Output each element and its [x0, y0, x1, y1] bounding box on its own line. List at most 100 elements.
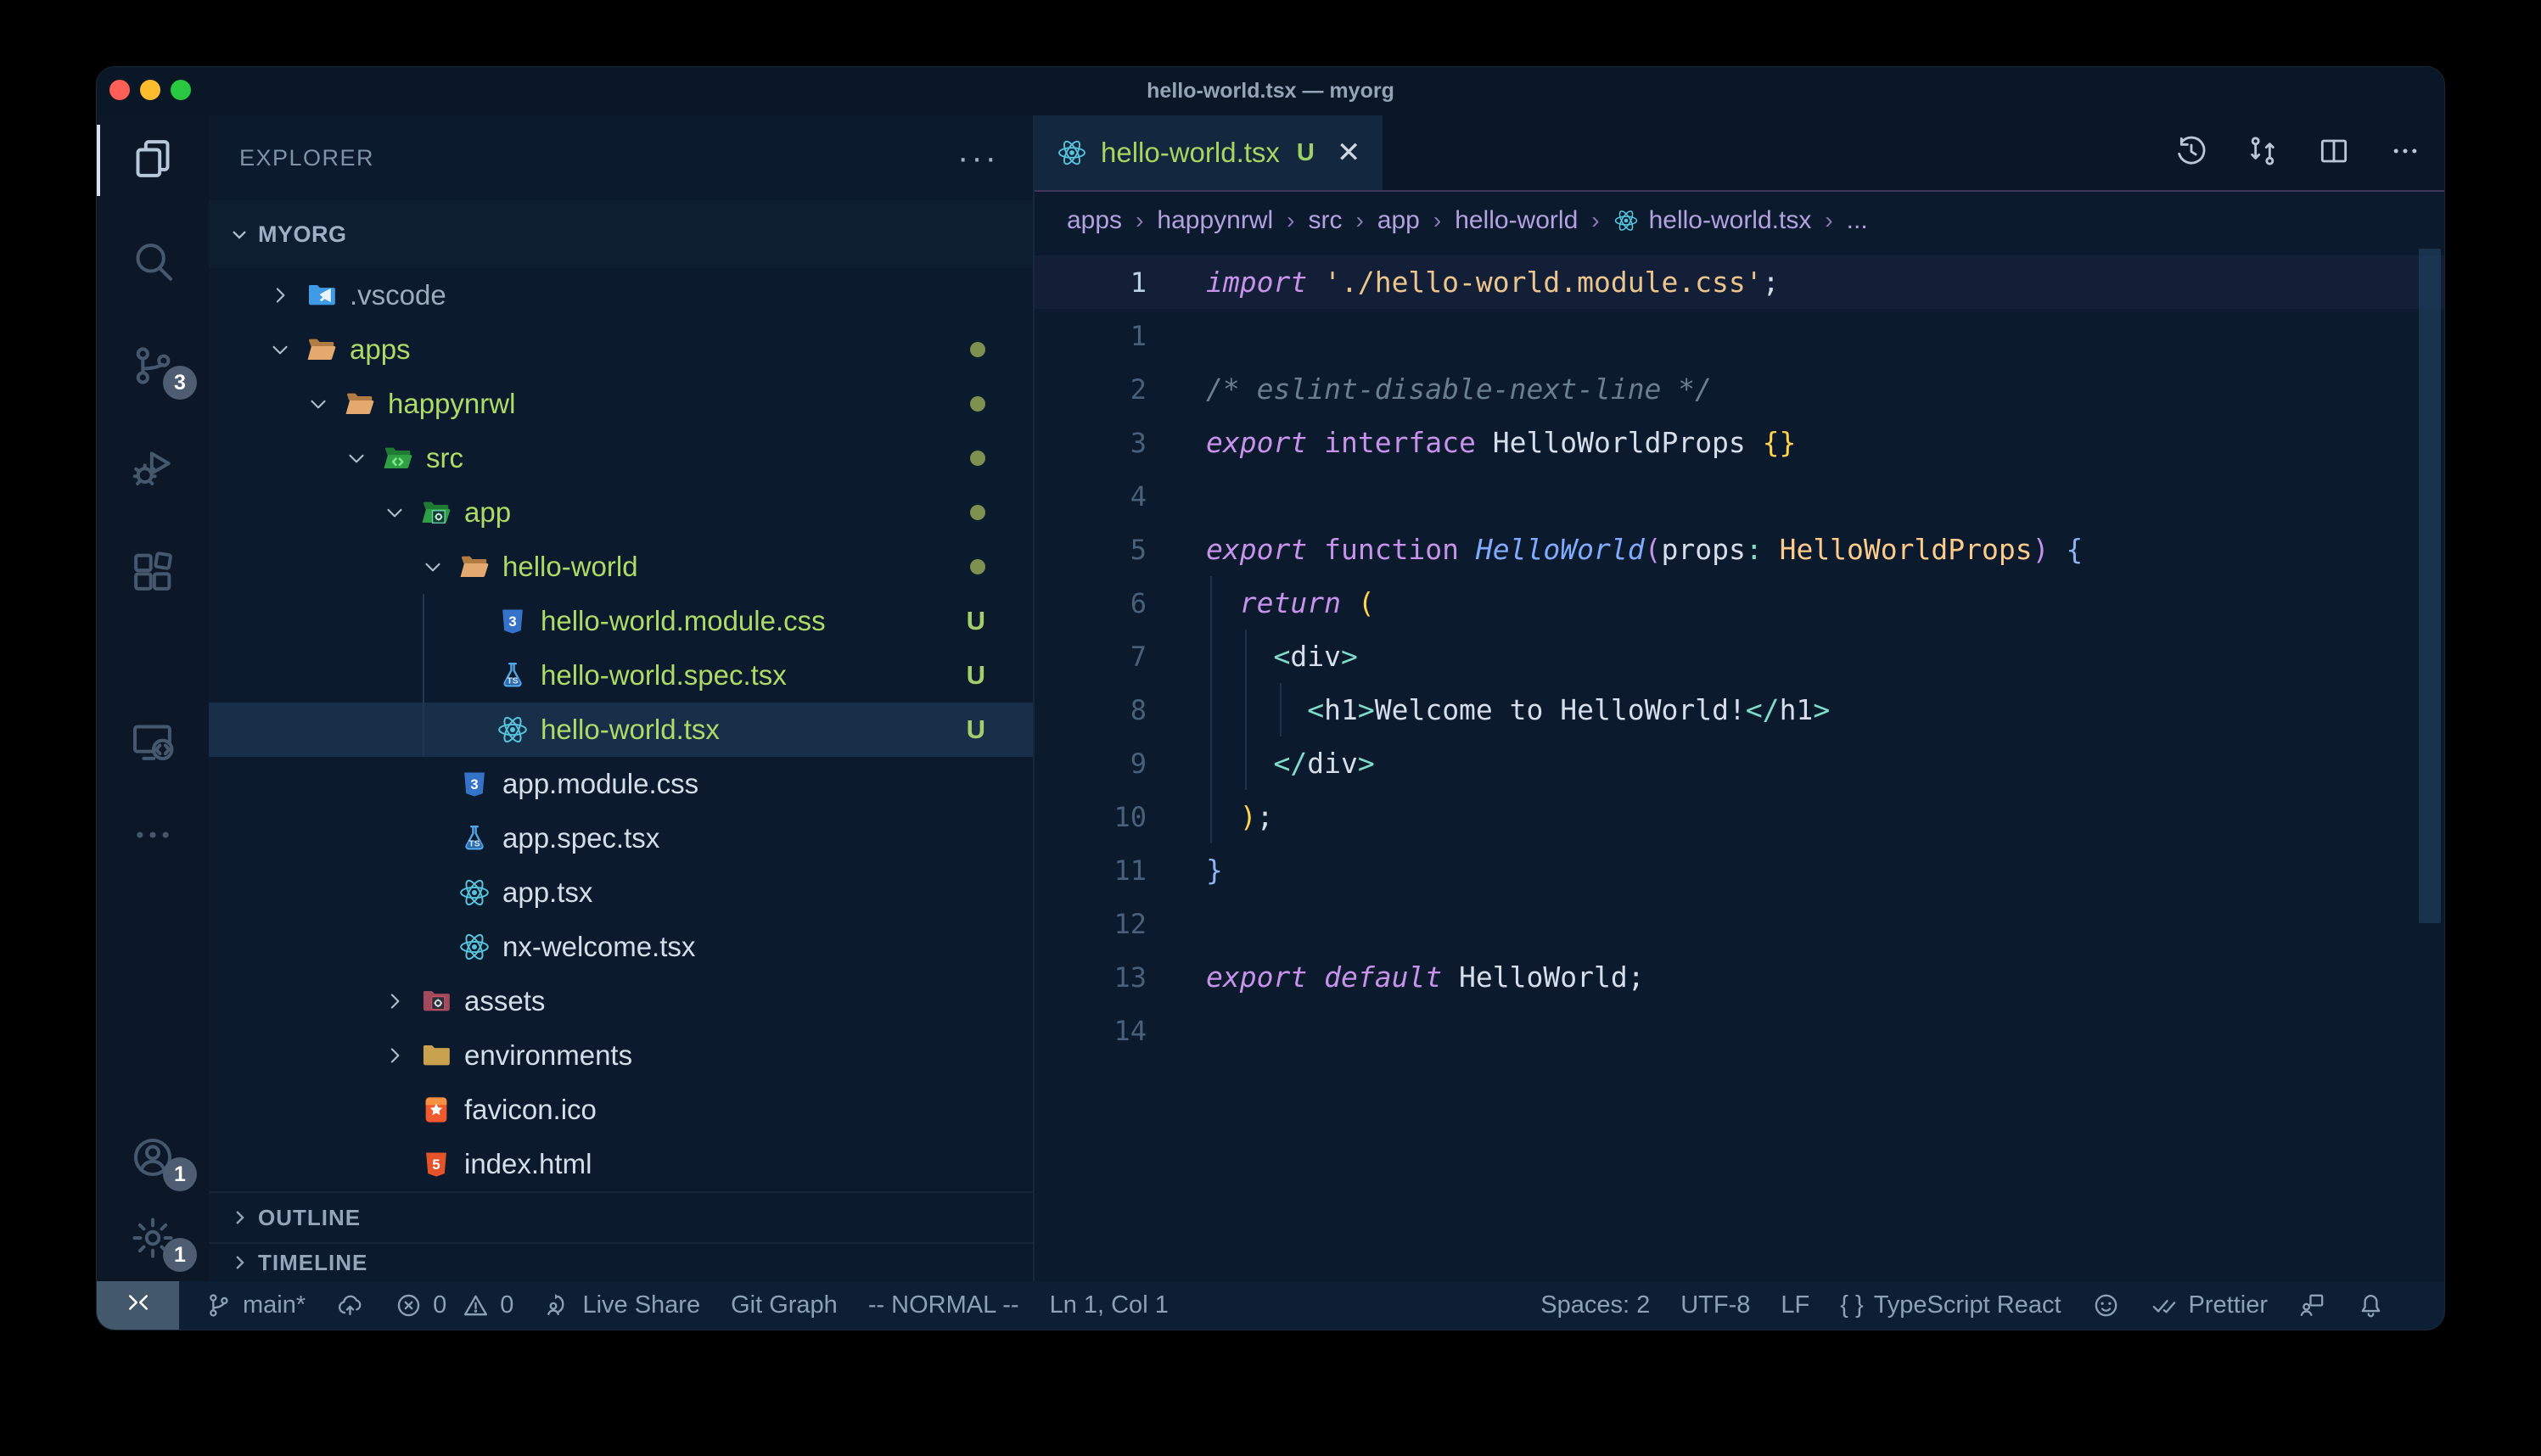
status-octoface[interactable] [2092, 1291, 2120, 1319]
status-0[interactable]: 0 [395, 1291, 446, 1319]
tree-item-index.html[interactable]: 5index.html [209, 1137, 1033, 1191]
history-icon[interactable] [2174, 134, 2208, 172]
breadcrumb-apps[interactable]: apps [1067, 206, 1122, 235]
cloud-upload-icon [336, 1291, 364, 1319]
tree-root-myorg[interactable]: MYORG [209, 200, 1033, 268]
activity-extensions[interactable] [97, 533, 209, 614]
chevron-down-icon [306, 391, 344, 417]
breadcrumb-...[interactable]: ... [1847, 206, 1868, 235]
status-spaces-2[interactable]: Spaces: 2 [1540, 1291, 1650, 1319]
line-number: 12 [1035, 908, 1147, 940]
tree-item-app[interactable]: app [209, 485, 1033, 540]
tree-item-environments[interactable]: environments [209, 1028, 1033, 1083]
indent-guide [1245, 630, 1247, 790]
line-number: 2 [1035, 373, 1147, 406]
tab-label: hello-world.tsx [1101, 137, 1280, 169]
chevron-right-icon [382, 1043, 420, 1068]
tree-item-hello-world.tsx[interactable]: hello-world.tsxU [209, 703, 1033, 757]
status-lf[interactable]: LF [1781, 1291, 1809, 1319]
tree-item-src[interactable]: src [209, 431, 1033, 485]
favicon-icon [420, 1094, 461, 1126]
tree-item-label: app.module.css [502, 768, 698, 800]
status-utf-8[interactable]: UTF-8 [1680, 1291, 1750, 1319]
file-tree: .vscodeappshappynrwlsrcapphello-world3he… [209, 268, 1033, 1191]
status-0[interactable]: 0 [462, 1291, 513, 1319]
activity-run-debug[interactable] [97, 429, 209, 511]
tree-item-hello-world[interactable]: hello-world [209, 540, 1033, 594]
timeline-section[interactable]: TIMELINE [209, 1242, 1033, 1281]
status-typescript-react[interactable]: { }TypeScript React [1840, 1291, 2061, 1319]
git-untracked-badge: U [967, 714, 985, 745]
status-main-[interactable]: main* [205, 1291, 306, 1319]
bell-icon [2357, 1291, 2385, 1319]
code-line: 1 [1035, 309, 2444, 362]
code-editor[interactable]: 1import './hello-world.module.css';12/* … [1035, 249, 2444, 1281]
line-number: 1 [1035, 320, 1147, 352]
tree-item-apps[interactable]: apps [209, 322, 1033, 377]
editor-scrollbar[interactable] [2419, 249, 2441, 923]
tree-item-nx-welcome.tsx[interactable]: nx-welcome.tsx [209, 920, 1033, 974]
split-editor-icon[interactable] [2317, 134, 2351, 172]
activity-remote-explorer[interactable] [97, 703, 209, 784]
files-icon [129, 135, 177, 187]
code-line: 11} [1035, 843, 2444, 897]
status-live-share[interactable]: Live Share [544, 1291, 700, 1319]
ellipsis-icon[interactable] [2388, 134, 2422, 172]
tree-item-.vscode[interactable]: .vscode [209, 268, 1033, 322]
breadcrumb-hello-world[interactable]: hello-world [1455, 206, 1578, 235]
activity-settings[interactable]: 1 [97, 1199, 209, 1280]
code-line: 6 return ( [1035, 576, 2444, 630]
tree-item-favicon.ico[interactable]: favicon.ico [209, 1083, 1033, 1137]
react-icon [496, 714, 537, 746]
git-modified-dot [970, 396, 985, 412]
remote-explorer-icon [129, 718, 177, 770]
status-ln-1-col-1[interactable]: Ln 1, Col 1 [1050, 1291, 1169, 1319]
tree-item-label: nx-welcome.tsx [502, 931, 695, 963]
editor-actions [2174, 115, 2422, 190]
chevron-down-icon [344, 445, 382, 471]
tree-item-app.module.css[interactable]: 3app.module.css [209, 757, 1033, 811]
status--normal-[interactable]: -- NORMAL -- [868, 1291, 1019, 1319]
tree-item-hello-world.spec.tsx[interactable]: TShello-world.spec.tsxU [209, 648, 1033, 703]
tab-hello-world-tsx[interactable]: hello-world.tsx U ✕ [1035, 115, 1383, 190]
breadcrumb-happynrwl[interactable]: happynrwl [1157, 206, 1273, 235]
tree-item-app.tsx[interactable]: app.tsx [209, 865, 1033, 920]
tree-item-happynrwl[interactable]: happynrwl [209, 377, 1033, 431]
breadcrumb-app[interactable]: app [1377, 206, 1420, 235]
close-tab-icon[interactable]: ✕ [1337, 138, 1361, 167]
status-git-graph[interactable]: Git Graph [731, 1291, 838, 1319]
code-line: 2/* eslint-disable-next-line */ [1035, 362, 2444, 416]
chevron-down-icon [267, 337, 306, 362]
breadcrumb-separator: › [1591, 207, 1599, 234]
status-prettier[interactable]: Prettier [2151, 1291, 2268, 1319]
git-branch-icon [205, 1291, 233, 1319]
activity-explorer[interactable] [97, 120, 209, 201]
line-number: 3 [1035, 427, 1147, 459]
activity-source-control[interactable]: 3 [97, 327, 209, 408]
activity-search[interactable] [97, 223, 209, 305]
tree-item-app.spec.tsx[interactable]: TSapp.spec.tsx [209, 811, 1033, 865]
breadcrumb-separator: › [1136, 207, 1143, 234]
activity-accounts[interactable]: 1 [97, 1118, 209, 1200]
breadcrumb-hello-world.tsx[interactable]: hello-world.tsx [1613, 206, 1812, 235]
titlebar[interactable]: hello-world.tsx — myorg [97, 67, 2444, 115]
explorer-more-actions-icon[interactable]: ··· [957, 149, 999, 166]
git-modified-dot [970, 505, 985, 520]
chevron-down-icon [382, 500, 420, 525]
outline-section[interactable]: OUTLINE [209, 1191, 1033, 1242]
tree-item-assets[interactable]: assets [209, 974, 1033, 1028]
css3-icon: 3 [496, 605, 537, 637]
breadcrumb-src[interactable]: src [1308, 206, 1342, 235]
compare-changes-icon[interactable] [2246, 134, 2280, 172]
status-bell[interactable] [2357, 1291, 2385, 1319]
tree-item-hello-world.module.css[interactable]: 3hello-world.module.cssU [209, 594, 1033, 648]
status-feedback[interactable] [2298, 1291, 2326, 1319]
editor-group: hello-world.tsx U ✕ apps›happynrwl›src›a… [1035, 115, 2444, 1281]
error-circle-icon [395, 1291, 423, 1319]
activity-more[interactable] [97, 796, 209, 877]
remote-indicator[interactable] [97, 1281, 179, 1330]
search-icon [129, 238, 177, 290]
explorer-header: EXPLORER ··· [209, 115, 1033, 200]
svg-text:3: 3 [508, 613, 516, 630]
status-cloud-upload[interactable] [336, 1291, 364, 1319]
